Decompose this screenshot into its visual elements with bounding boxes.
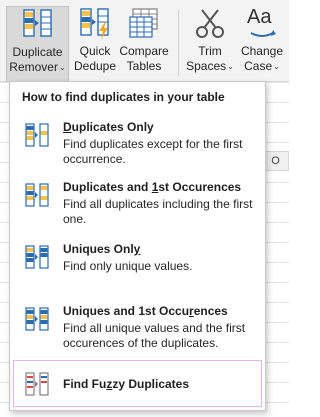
quick-dedupe-label-2: Dedupe xyxy=(73,59,117,73)
quick-dedupe-icon xyxy=(78,6,112,40)
trim-spaces-label-2: Spaces⌄ xyxy=(186,59,234,73)
change-case-button[interactable]: Aa Change Case⌄ xyxy=(238,6,286,82)
change-case-label-2: Case⌄ xyxy=(244,59,280,73)
duplicate-remover-label-1: Duplicate xyxy=(12,45,63,59)
menu-item-description: Find all unique values and the first occ… xyxy=(63,321,246,350)
menu-item-duplicates-and-1st-occurences[interactable]: Duplicates and 1st Occurences Find all d… xyxy=(14,180,261,228)
menu-item-description: Find only unique values. xyxy=(63,259,193,273)
duplicates-and-first-icon xyxy=(23,182,51,210)
uniques-only-icon xyxy=(23,244,51,272)
quick-dedupe-label-1: Quick xyxy=(79,44,111,58)
ribbon-separator xyxy=(178,10,179,76)
ribbon: Duplicate Remover⌄ Quick Dedupe Compare … xyxy=(0,0,289,82)
column-header[interactable]: O xyxy=(262,151,289,171)
menu-item-find-fuzzy-duplicates[interactable]: Find Fuzzy Duplicates xyxy=(13,360,262,407)
menu-item-label: Duplicates and 1st Occurences xyxy=(63,180,242,194)
chevron-down-icon: ⌄ xyxy=(273,62,280,71)
menu-item-description: Find duplicates except for the first occ… xyxy=(63,137,243,166)
menu-item-label: Find Fuzzy Duplicates xyxy=(63,377,190,391)
duplicate-remover-menu: How to find duplicates in your table Dup… xyxy=(9,81,266,411)
change-case-label-1: Change xyxy=(240,44,284,58)
menu-title: How to find duplicates in your table xyxy=(22,90,225,104)
chevron-down-icon: ⌄ xyxy=(58,63,66,72)
trim-spaces-label-1: Trim xyxy=(198,44,222,58)
duplicates-only-icon xyxy=(23,122,51,150)
compare-tables-label-2: Tables xyxy=(126,59,162,73)
duplicate-remover-label-2: Remover⌄ xyxy=(9,60,66,74)
menu-item-label: Duplicates Only xyxy=(63,120,154,134)
menu-item-label: Uniques and 1st Occurences xyxy=(63,304,228,318)
duplicate-remover-button[interactable]: Duplicate Remover⌄ xyxy=(6,6,69,82)
chevron-down-icon: ⌄ xyxy=(227,62,234,71)
fuzzy-duplicates-icon xyxy=(23,371,51,399)
menu-item-description: Find all duplicates including the first … xyxy=(63,197,253,226)
menu-item-uniques-only[interactable]: Uniques Only Find only unique values. xyxy=(14,242,261,278)
trim-spaces-button[interactable]: Trim Spaces⌄ xyxy=(186,6,234,82)
compare-tables-label-1: Compare xyxy=(119,44,169,58)
quick-dedupe-button[interactable]: Quick Dedupe xyxy=(74,6,116,82)
scissors-icon xyxy=(193,6,227,40)
menu-item-duplicates-only[interactable]: Duplicates Only Find duplicates except f… xyxy=(14,120,261,168)
uniques-and-first-icon xyxy=(23,306,51,334)
duplicate-remover-icon xyxy=(21,7,55,41)
menu-item-label: Uniques Only xyxy=(63,242,141,256)
menu-item-uniques-and-1st-occurences[interactable]: Uniques and 1st Occurences Find all uniq… xyxy=(14,304,261,354)
compare-tables-button[interactable]: Compare Tables xyxy=(118,6,170,82)
compare-tables-icon xyxy=(127,6,161,40)
change-case-icon: Aa xyxy=(245,6,279,40)
